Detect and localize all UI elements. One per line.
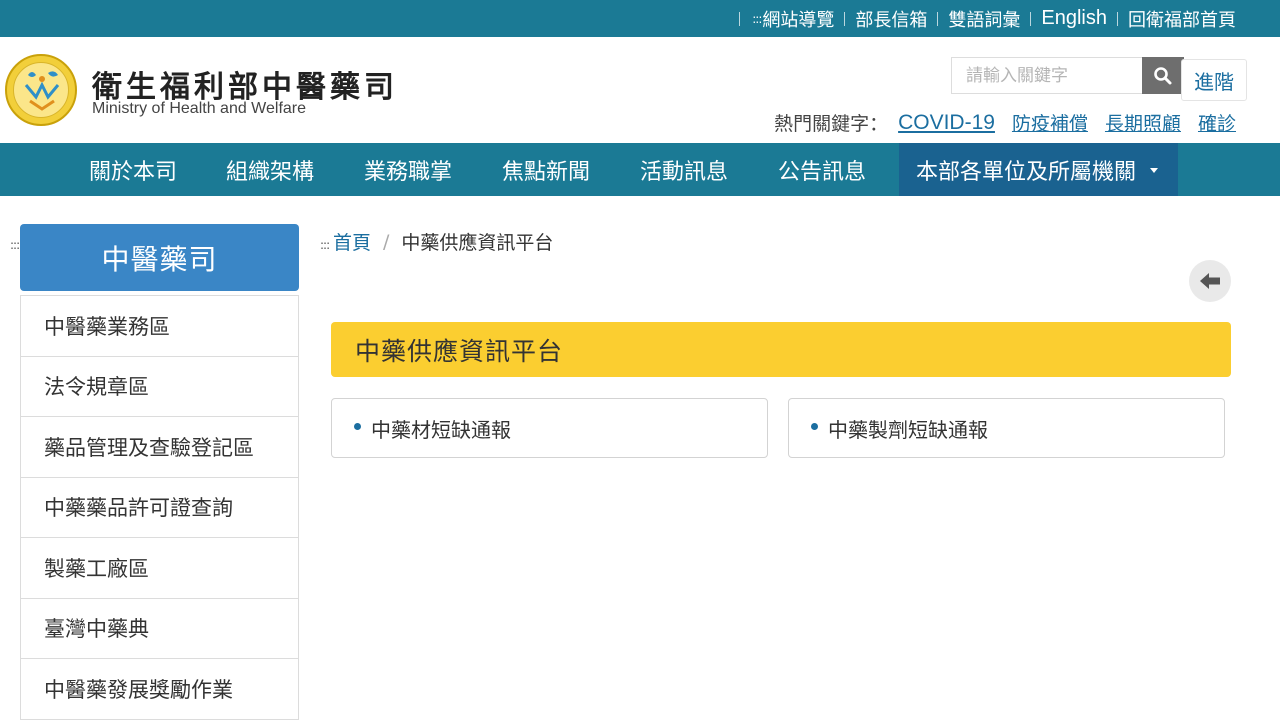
english-link[interactable]: English [1041, 7, 1107, 30]
main-navigation: 關於本司 組織架構 業務職掌 焦點新聞 活動訊息 公告訊息 本部各單位及所屬機關 [0, 143, 1280, 196]
hot-keyword-link[interactable]: COVID-19 [898, 111, 995, 135]
emblem-inner [13, 62, 69, 118]
breadcrumb-home[interactable]: 首頁 [333, 228, 371, 255]
breadcrumb: 首頁 / 中藥供應資訊平台 [333, 228, 553, 255]
utility-divider [1030, 11, 1032, 26]
sidebar-item-pharma-factory[interactable]: 製藥工廠區 [21, 538, 298, 599]
card-label: 中藥製劑短缺通報 [828, 417, 988, 442]
minister-mailbox-link[interactable]: 部長信箱 [855, 6, 927, 32]
sidebar-item-tcm-business[interactable]: 中醫藥業務區 [21, 296, 298, 357]
nav-agencies-dropdown[interactable]: 本部各單位及所屬機關 [899, 143, 1179, 196]
caret-down-icon [1150, 168, 1159, 173]
utility-links: ::: 網站導覽 部長信箱 雙語詞彙 English 回衛福部首頁 [729, 0, 1236, 37]
nav-about[interactable]: 關於本司 [89, 143, 177, 196]
back-button[interactable] [1189, 260, 1231, 302]
section-title: 中藥供應資訊平台 [331, 322, 1231, 377]
nav-agencies-label: 本部各單位及所屬機關 [916, 159, 1137, 185]
top-utility-bar: ::: 網站導覽 部長信箱 雙語詞彙 English 回衛福部首頁 [0, 0, 1280, 37]
site-subtitle: Ministry of Health and Welfare [92, 100, 307, 117]
sidebar-item-regulations[interactable]: 法令規章區 [21, 357, 298, 417]
mohw-home-link[interactable]: 回衛福部首頁 [1128, 6, 1236, 32]
accesskey-left[interactable]: ::: [10, 238, 20, 252]
advanced-search-button[interactable]: 進階 [1181, 59, 1247, 101]
hot-keyword-link[interactable]: 確診 [1198, 109, 1236, 136]
ministry-emblem-icon[interactable] [5, 54, 77, 126]
nav-announcements[interactable]: 公告訊息 [778, 143, 866, 196]
search-icon [1154, 66, 1172, 84]
hot-keywords: 熱門關鍵字： COVID-19 防疫補償 長期照顧 確診 [774, 109, 1236, 136]
nav-news[interactable]: 焦點新聞 [502, 143, 590, 196]
hot-keyword-link[interactable]: 防疫補償 [1012, 109, 1088, 136]
sidebar-item-drug-registration[interactable]: 藥品管理及查驗登記區 [21, 417, 298, 478]
accesskey-top[interactable]: ::: [752, 12, 762, 26]
utility-divider [844, 11, 846, 26]
utility-divider [1117, 11, 1118, 26]
emblem-figure-icon [24, 71, 60, 111]
utility-divider [937, 11, 939, 26]
nav-organization[interactable]: 組織架構 [226, 143, 314, 196]
nav-events[interactable]: 活動訊息 [640, 143, 728, 196]
sidebar-item-license-query[interactable]: 中藥藥品許可證查詢 [21, 478, 298, 538]
sidebar-item-pharmacopoeia[interactable]: 臺灣中藥典 [21, 599, 298, 659]
arrow-left-icon [1200, 273, 1220, 289]
card-preparation-shortage-report[interactable]: 中藥製劑短缺通報 [788, 398, 1225, 458]
card-herb-shortage-report[interactable]: 中藥材短缺通報 [331, 398, 768, 458]
hot-keywords-label: 熱門關鍵字： [774, 113, 889, 135]
bullet-icon [354, 422, 361, 430]
utility-divider [739, 11, 741, 26]
sidebar-item-development-awards[interactable]: 中醫藥發展獎勵作業 [21, 659, 298, 720]
search-input[interactable] [951, 57, 1143, 94]
bullet-icon [811, 422, 818, 430]
breadcrumb-separator: / [383, 230, 390, 253]
accesskey-center[interactable]: ::: [320, 238, 330, 252]
bilingual-glossary-link[interactable]: 雙語詞彙 [948, 6, 1020, 32]
card-label: 中藥材短缺通報 [371, 417, 511, 442]
sidebar-title[interactable]: 中醫藥司 [20, 224, 299, 291]
search-button[interactable] [1142, 57, 1184, 94]
hot-keyword-link[interactable]: 長期照顧 [1105, 109, 1181, 136]
nav-responsibilities[interactable]: 業務職掌 [364, 143, 452, 196]
sidebar-menu: 中醫藥業務區 法令規章區 藥品管理及查驗登記區 中藥藥品許可證查詢 製藥工廠區 … [20, 295, 299, 720]
site-map-link[interactable]: 網站導覽 [762, 6, 834, 32]
breadcrumb-current: 中藥供應資訊平台 [401, 232, 554, 254]
